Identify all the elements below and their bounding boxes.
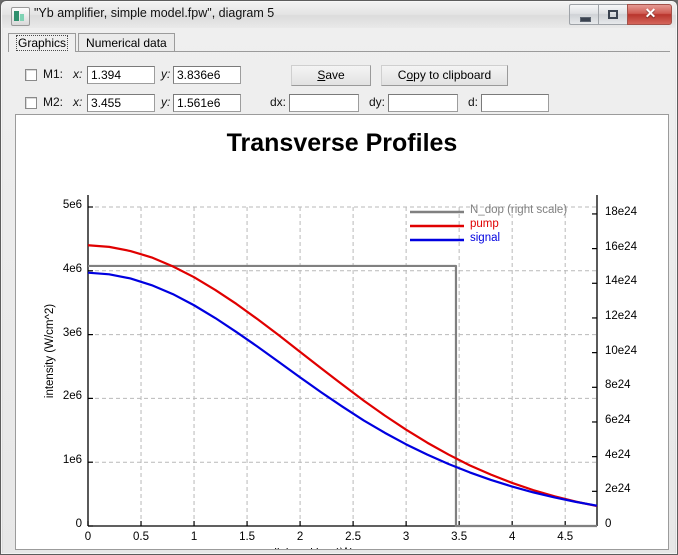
marker1-x-label: x: bbox=[73, 67, 82, 81]
tab-separator bbox=[8, 51, 670, 52]
y2-tick-label: 10e24 bbox=[605, 345, 637, 357]
y2-tick-label: 2e24 bbox=[605, 483, 631, 495]
plot-panel[interactable]: Transverse Profiles intensity (W/cm^2) r… bbox=[15, 114, 669, 550]
legend-item-signal: signal bbox=[470, 232, 500, 244]
marker2-label: M2: bbox=[43, 95, 63, 109]
x-tick-label: 1.5 bbox=[233, 531, 261, 543]
copy-to-clipboard-button[interactable]: Copy to clipboard bbox=[381, 65, 508, 86]
y-tick-label: 2e6 bbox=[26, 390, 82, 402]
tab-graphics[interactable]: Graphics bbox=[8, 33, 76, 52]
y2-tick-label: 14e24 bbox=[605, 275, 637, 287]
marker1-checkbox[interactable] bbox=[25, 69, 37, 81]
marker2-y-label: y: bbox=[161, 95, 170, 109]
close-icon: ✕ bbox=[628, 5, 673, 26]
y2-tick-label: 16e24 bbox=[605, 241, 637, 253]
marker1-x-input[interactable]: 1.394 bbox=[87, 66, 155, 84]
y-tick-label: 1e6 bbox=[26, 454, 82, 466]
dx-input[interactable] bbox=[289, 94, 359, 112]
y2-tick-label: 12e24 bbox=[605, 310, 637, 322]
dx-label: dx: bbox=[270, 95, 286, 109]
y2-tick-label: 18e24 bbox=[605, 206, 637, 218]
close-button[interactable]: ✕ bbox=[627, 4, 672, 25]
chart-app-icon bbox=[11, 7, 30, 26]
d-label: d: bbox=[468, 95, 478, 109]
legend-item-n-dop: N_dop (right scale) bbox=[470, 204, 567, 216]
application-window: "Yb amplifier, simple model.fpw", diagra… bbox=[0, 0, 678, 555]
y-tick-label: 0 bbox=[26, 518, 82, 530]
y2-tick-label: 0 bbox=[605, 518, 611, 530]
copy-label-post: py to clipboard bbox=[413, 68, 491, 82]
legend-item-pump: pump bbox=[470, 218, 499, 230]
x-tick-label: 4 bbox=[498, 531, 526, 543]
save-button[interactable]: Save bbox=[291, 65, 371, 86]
title-bar[interactable]: "Yb amplifier, simple model.fpw", diagra… bbox=[2, 2, 676, 28]
x-tick-label: 3 bbox=[392, 531, 420, 543]
dy-label: dy: bbox=[369, 95, 385, 109]
x-tick-label: 4.5 bbox=[551, 531, 579, 543]
marker2-checkbox[interactable] bbox=[25, 97, 37, 109]
y-tick-label: 5e6 bbox=[26, 199, 82, 211]
y2-tick-label: 8e24 bbox=[605, 379, 631, 391]
client-area: Graphics Numerical data M1: x: 1.394 y: … bbox=[3, 28, 675, 553]
minimize-button[interactable] bbox=[569, 4, 598, 25]
tab-numerical-data-label: Numerical data bbox=[86, 36, 167, 50]
tab-graphics-label: Graphics bbox=[16, 35, 68, 51]
x-tick-label: 1 bbox=[180, 531, 208, 543]
marker2-row: M2: x: 3.455 y: 1.561e6 dx: dy: d: bbox=[3, 92, 675, 114]
minimize-icon bbox=[580, 17, 591, 22]
x-tick-label: 0.5 bbox=[127, 531, 155, 543]
x-tick-label: 2 bbox=[286, 531, 314, 543]
tab-strip: Graphics Numerical data bbox=[8, 32, 175, 52]
x-tick-label: 0 bbox=[74, 531, 102, 543]
marker1-y-label: y: bbox=[161, 67, 170, 81]
window-buttons: ✕ bbox=[569, 4, 672, 25]
x-tick-label: 3.5 bbox=[445, 531, 473, 543]
maximize-button[interactable] bbox=[598, 4, 627, 25]
marker2-x-label: x: bbox=[73, 95, 82, 109]
d-input[interactable] bbox=[481, 94, 549, 112]
y-tick-label: 4e6 bbox=[26, 263, 82, 275]
tab-numerical-data[interactable]: Numerical data bbox=[78, 33, 175, 52]
marker1-label: M1: bbox=[43, 67, 63, 81]
marker1-y-input[interactable]: 3.836e6 bbox=[173, 66, 241, 84]
y2-tick-label: 6e24 bbox=[605, 414, 631, 426]
x-tick-label: 2.5 bbox=[339, 531, 367, 543]
marker2-x-input[interactable]: 3.455 bbox=[87, 94, 155, 112]
y-tick-label: 3e6 bbox=[26, 327, 82, 339]
window-title: "Yb amplifier, simple model.fpw", diagra… bbox=[34, 6, 274, 20]
save-button-label-rest: ave bbox=[325, 68, 344, 82]
dy-input[interactable] bbox=[388, 94, 458, 112]
y2-tick-label: 4e24 bbox=[605, 449, 631, 461]
marker2-y-input[interactable]: 1.561e6 bbox=[173, 94, 241, 112]
restore-icon bbox=[608, 10, 618, 19]
marker1-row: M1: x: 1.394 y: 3.836e6 Save Copy to cli… bbox=[3, 64, 675, 86]
chart-canvas bbox=[16, 115, 668, 549]
